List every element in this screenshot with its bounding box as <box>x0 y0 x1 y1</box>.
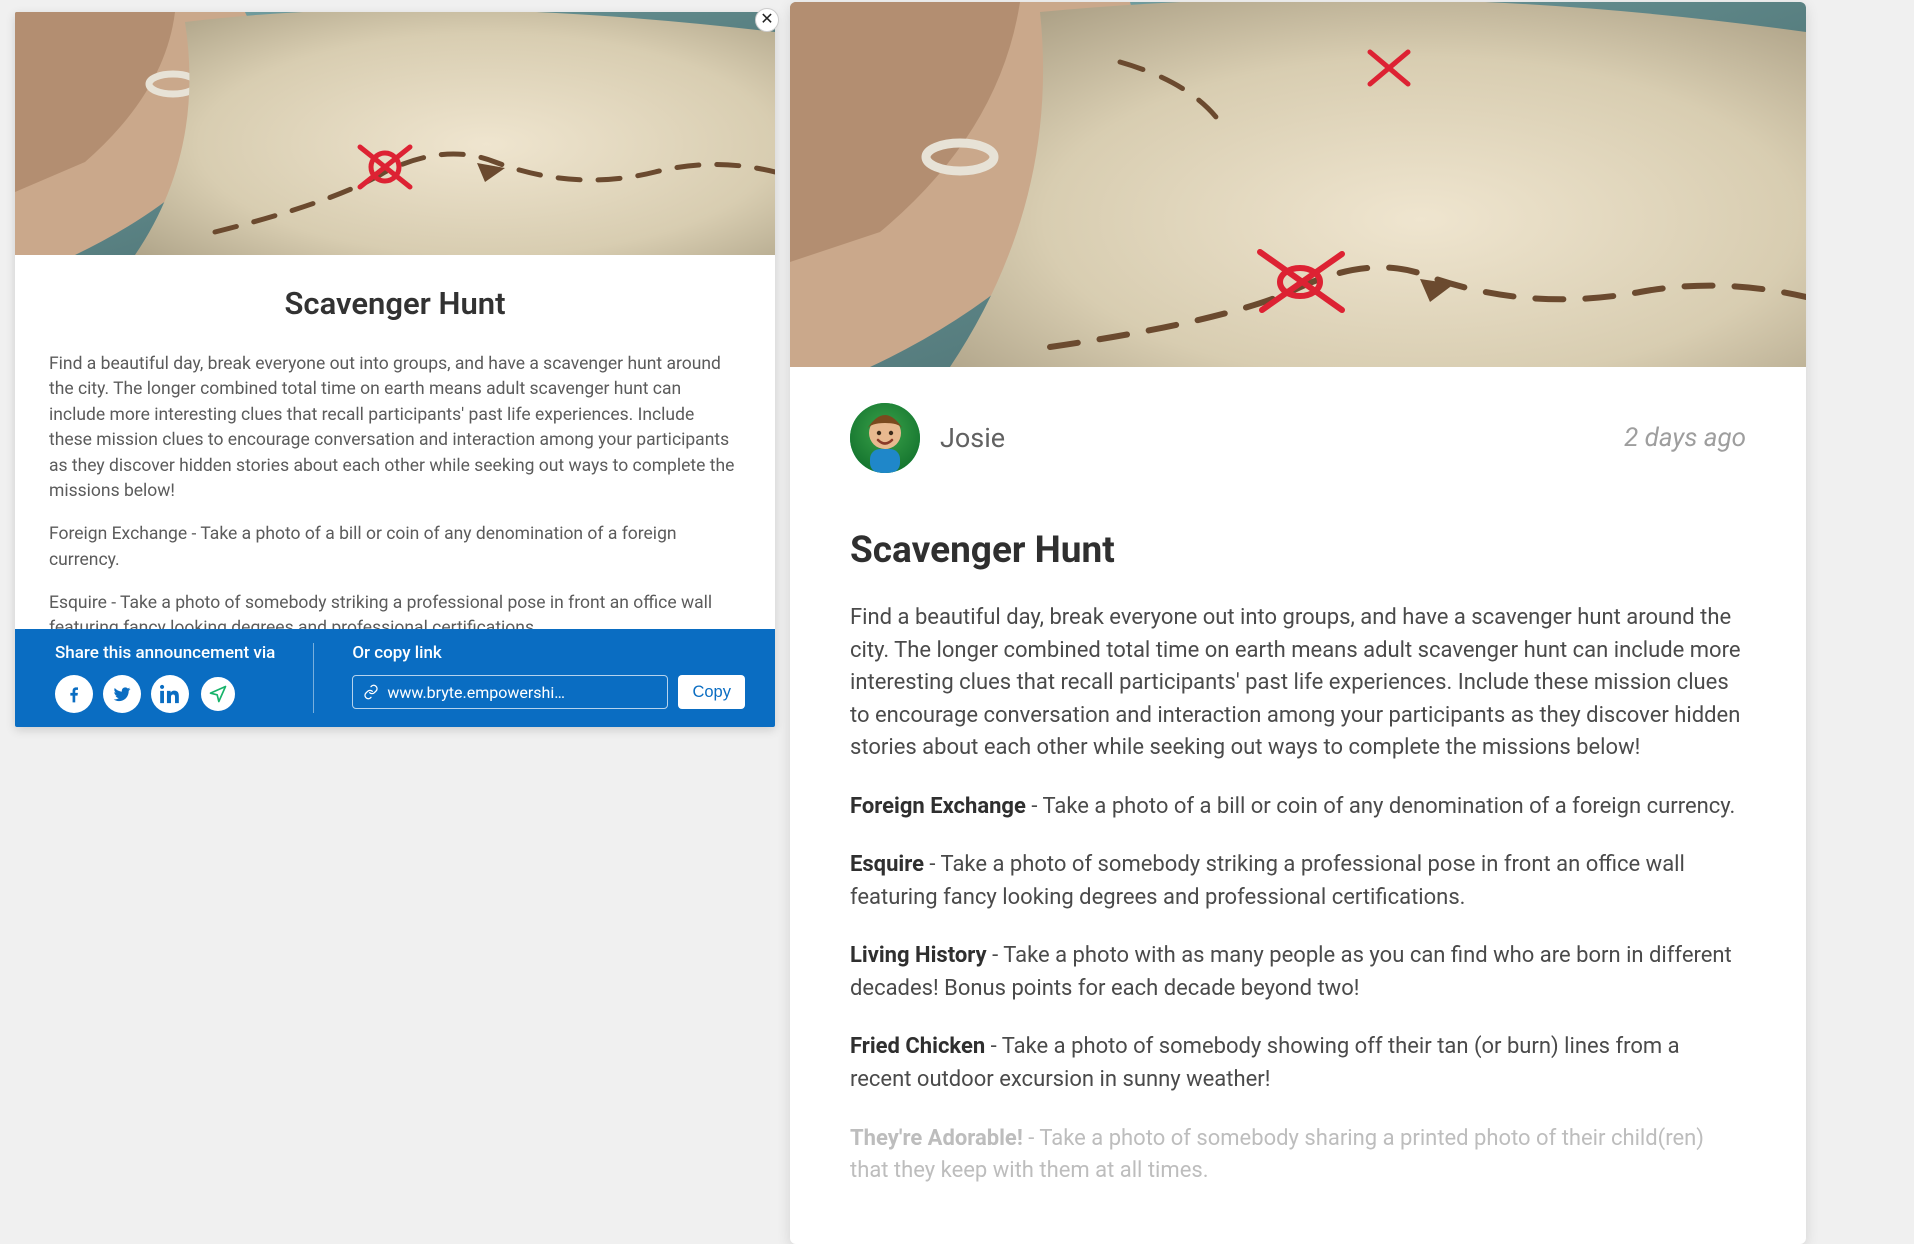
modal-body: Find a beautiful day, break everyone out… <box>15 332 775 629</box>
announcement-title: Scavenger Hunt <box>850 529 1746 572</box>
mission-text: - Take a photo of somebody striking a pr… <box>850 852 1685 910</box>
intro-paragraph: Find a beautiful day, break everyone out… <box>49 352 741 504</box>
hero-image-large <box>790 2 1806 367</box>
mission-name: Living History <box>850 943 987 968</box>
mission-name: They're Adorable! <box>850 1126 1023 1151</box>
intro-paragraph: Find a beautiful day, break everyone out… <box>850 602 1746 765</box>
mission-item: Foreign Exchange - Take a photo of a bil… <box>850 791 1746 824</box>
mission-item: Esquire - Take a photo of somebody strik… <box>49 591 741 629</box>
mission-name: Fried Chicken <box>850 1034 985 1059</box>
hero-image-small <box>15 12 775 255</box>
close-button[interactable]: ✕ <box>755 8 779 32</box>
link-icon <box>363 684 379 700</box>
share-linkedin-button[interactable] <box>151 675 189 713</box>
share-facebook-button[interactable] <box>55 675 93 713</box>
mission-item: Foreign Exchange - Take a photo of a bil… <box>49 522 741 573</box>
mission-item: Living History - Take a photo with as ma… <box>850 940 1746 1005</box>
share-send-button[interactable] <box>199 675 237 713</box>
author-avatar[interactable] <box>850 403 920 473</box>
post-timestamp: 2 days ago <box>1624 423 1746 453</box>
close-icon: ✕ <box>760 12 773 28</box>
share-modal: ✕ <box>15 12 775 727</box>
share-label: Share this announcement via <box>55 643 275 663</box>
linkedin-icon <box>160 684 180 704</box>
announcement-body: Find a beautiful day, break everyone out… <box>850 602 1746 1188</box>
mission-item: Fried Chicken - Take a photo of somebody… <box>850 1031 1746 1096</box>
share-link-field[interactable]: www.bryte.empowershi… <box>352 675 668 709</box>
facebook-icon <box>64 684 84 704</box>
announcement-card: Josie 2 days ago Scavenger Hunt Find a b… <box>790 2 1806 1244</box>
author-row: Josie 2 days ago <box>850 403 1746 473</box>
copy-link-button[interactable]: Copy <box>678 675 745 709</box>
mission-text: - Take a photo of a bill or coin of any … <box>1026 794 1735 819</box>
modal-title: Scavenger Hunt <box>15 255 775 332</box>
mission-name: Esquire <box>850 852 924 877</box>
share-twitter-button[interactable] <box>103 675 141 713</box>
paper-plane-icon <box>208 684 228 704</box>
mission-name: Foreign Exchange <box>850 794 1026 819</box>
twitter-icon <box>112 684 132 704</box>
mission-item: Esquire - Take a photo of somebody strik… <box>850 849 1746 914</box>
share-bar: Share this announcement via <box>15 629 775 727</box>
copy-link-label: Or copy link <box>352 643 745 663</box>
share-link-text: www.bryte.empowershi… <box>387 683 565 702</box>
author-name: Josie <box>940 422 1005 454</box>
